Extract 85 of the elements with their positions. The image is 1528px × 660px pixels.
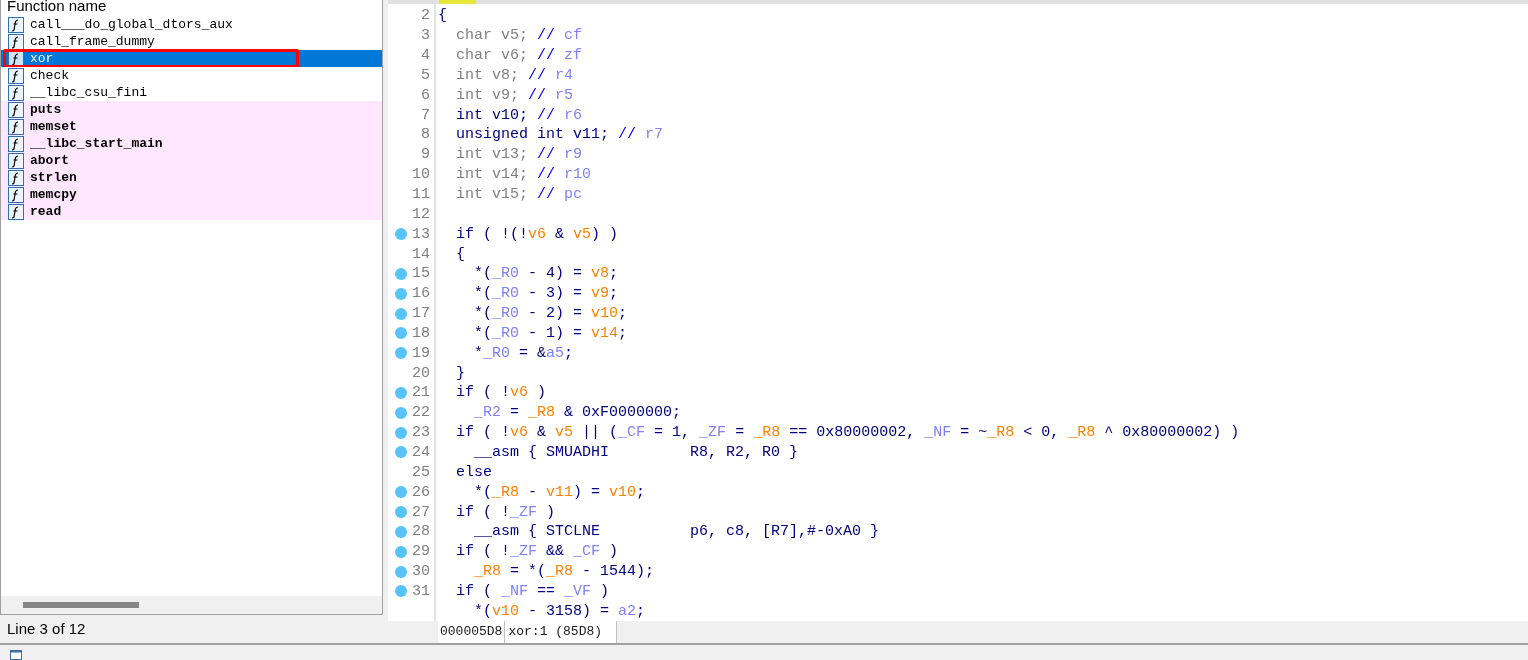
function-icon: [8, 135, 24, 152]
function-row[interactable]: xor: [1, 50, 382, 67]
code-line: int v9; // r5: [455, 87, 574, 103]
line-number: 22: [412, 405, 430, 421]
scrollbar-thumb[interactable]: [23, 602, 139, 608]
code-line: if ( !v6 & v5 || (_CF = 1, _ZF = _R8 == 0x80000002, _NF = ~_R8 < 0, _R8 ^ 0x80000002) ): [455, 425, 1240, 441]
code-line: int v10; // r6: [455, 107, 583, 123]
line-number: 3: [421, 28, 430, 44]
line-number: 4: [421, 48, 430, 64]
code-line: __asm { STCLNE p6, c8, [R7],#-0xA0 }: [473, 524, 880, 540]
code-line: *(_R8 - v11) = v10;: [473, 484, 646, 500]
code-line: *(_R0 - 2) = v10;: [473, 306, 628, 322]
line-number: 27: [412, 504, 430, 520]
line-number: 16: [412, 286, 430, 302]
code-line: int v8; // r4: [455, 67, 574, 83]
code-line: *(v10 - 3158) = a2;: [473, 603, 646, 619]
code-line: }: [455, 365, 465, 381]
function-icon: [8, 169, 24, 186]
line-number: 29: [412, 544, 430, 560]
line-number: 5: [421, 67, 430, 83]
code-line: _R8 = *(_R8 - 1544);: [473, 564, 655, 580]
line-number: 18: [412, 325, 430, 341]
line-number: 11: [412, 187, 430, 202]
code-line: *(_R0 - 3) = v9;: [473, 286, 619, 302]
horizontal-scrollbar[interactable]: [1, 596, 382, 614]
address-label: 000005D8: [438, 621, 506, 643]
function-icon: [8, 152, 24, 169]
function-row[interactable]: puts: [1, 101, 382, 118]
code-line: else: [455, 464, 492, 480]
code-line: char v5; // cf: [455, 28, 583, 44]
code-line: *(_R0 - 4) = v8;: [473, 266, 619, 282]
function-icon: [8, 203, 24, 220]
line-number: 17: [412, 306, 430, 322]
window-icon: [10, 650, 22, 660]
line-number: 12: [412, 206, 430, 222]
code-line: if ( !_ZF && _CF ): [455, 544, 619, 560]
code-line: if ( _NF == _VF ): [455, 583, 610, 599]
function-row[interactable]: __libc_start_main: [1, 135, 382, 152]
line-number: 2: [421, 8, 430, 24]
code-line: *(_R0 - 1) = v14;: [473, 325, 628, 341]
status-text: Line 3 of 12: [6, 618, 87, 639]
line-number: 26: [412, 484, 430, 500]
code-line: {: [455, 246, 465, 262]
function-icon: [8, 186, 24, 203]
line-number: 20: [412, 365, 430, 381]
location-label: xor:1 (85D8): [505, 621, 618, 643]
code-line: if ( !_ZF ): [455, 504, 556, 520]
line-number: 25: [412, 464, 430, 480]
function-icon: [8, 118, 24, 135]
function-row[interactable]: memset: [1, 118, 382, 135]
code-line: _R2 = _R8 & 0xF0000000;: [473, 405, 682, 421]
line-number: 13: [412, 226, 430, 242]
code-line: {: [438, 8, 447, 24]
code-line: int v14; // r10: [455, 167, 592, 183]
line-number: 15: [412, 266, 430, 282]
line-number: 21: [412, 385, 430, 401]
code-line: char v6; // zf: [455, 48, 583, 64]
line-number: 19: [412, 345, 430, 361]
function-row[interactable]: strlen: [1, 169, 382, 186]
code-line: __asm { SMUADHI R8, R2, R0 }: [473, 445, 799, 460]
code-line: unsigned int v11; // r7: [455, 127, 664, 143]
line-number: 9: [421, 147, 430, 163]
code-line: int v15; // pc: [455, 187, 583, 202]
function-icon: [8, 101, 24, 118]
line-number: 14: [412, 246, 430, 262]
line-number: 10: [412, 167, 430, 183]
line-number: 6: [421, 87, 430, 103]
code-line: if ( !(!v6 & v5) ): [455, 226, 619, 242]
function-icon: [8, 33, 24, 50]
code-line: if ( !v6 ): [455, 385, 547, 401]
function-icon: [8, 67, 24, 84]
code-line: *_R0 = &a5;: [473, 345, 574, 361]
line-number: 7: [421, 107, 430, 123]
function-icon: [8, 84, 24, 101]
function-icon: [8, 16, 24, 33]
code-line: int v13; // r9: [455, 147, 583, 163]
line-number: 23: [412, 425, 430, 441]
function-row[interactable]: abort: [1, 152, 382, 169]
line-number: 8: [421, 127, 430, 143]
line-number: 24: [412, 445, 430, 460]
line-number: 28: [412, 524, 430, 540]
function-row[interactable]: memcpy: [1, 186, 382, 203]
line-number: 31: [412, 583, 430, 599]
line-number: 30: [412, 564, 430, 580]
function-row[interactable]: read: [1, 203, 382, 220]
